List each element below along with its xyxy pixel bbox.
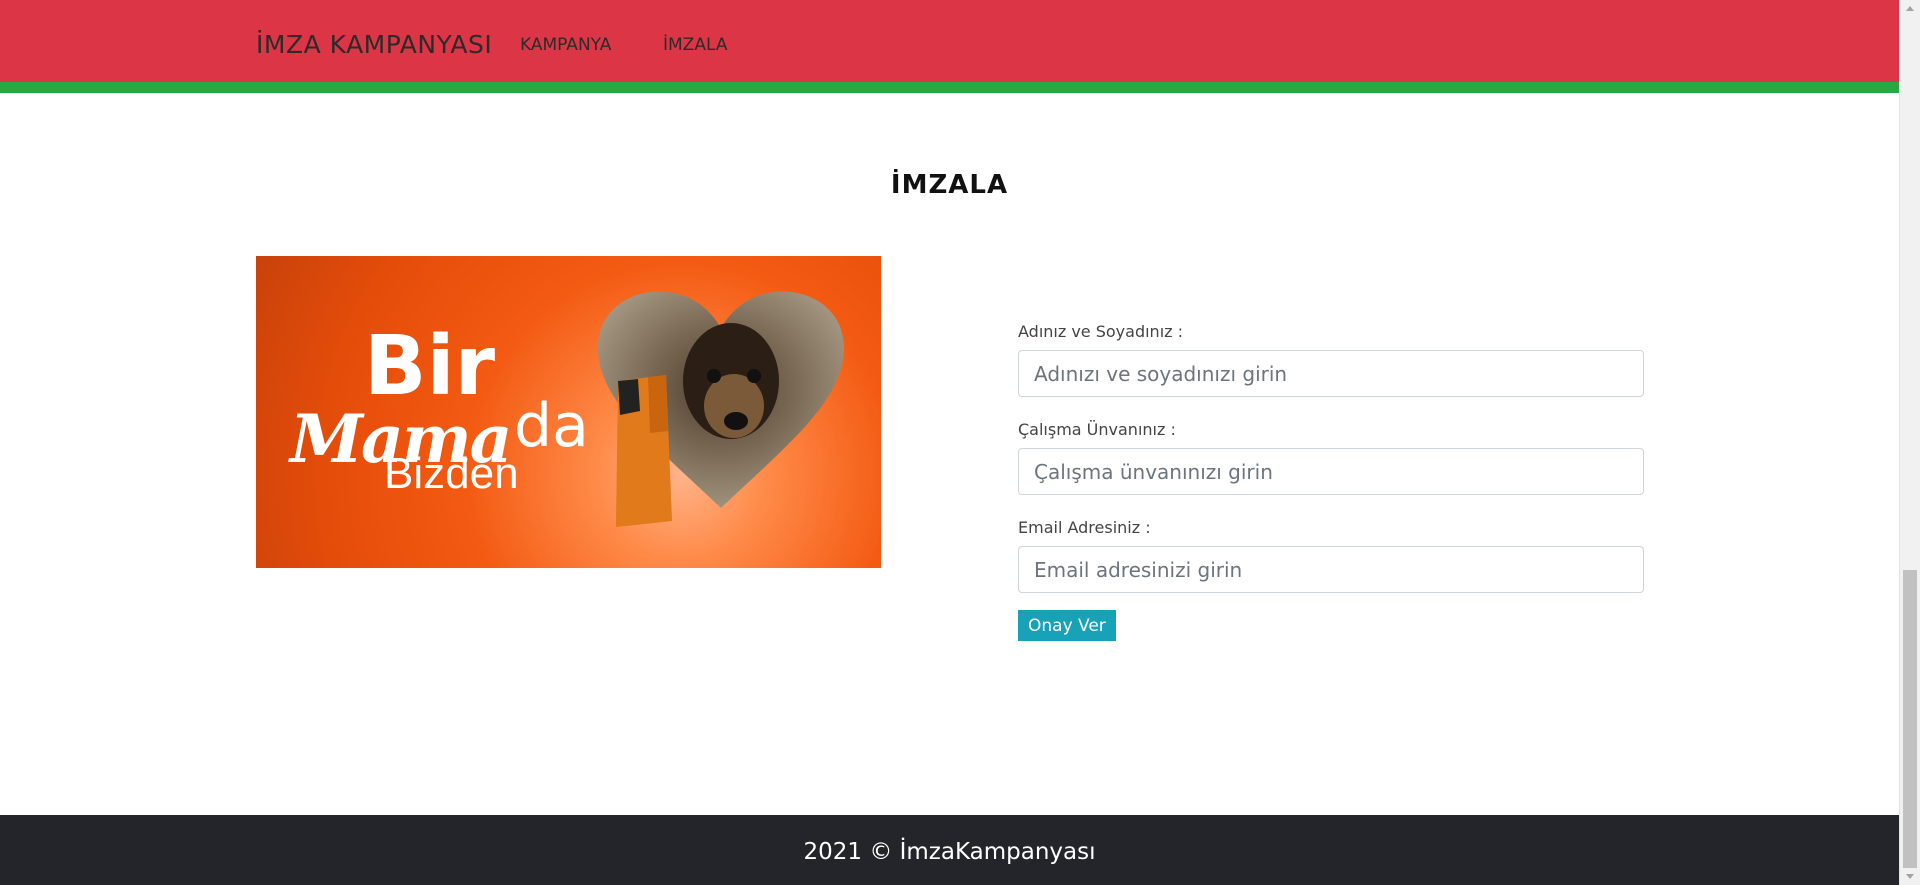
email-label: Email Adresiniz :	[1018, 518, 1151, 537]
footer-copyright: 2021 © İmzaKampanyası	[803, 839, 1096, 865]
footer: 2021 © İmzaKampanyası	[0, 815, 1899, 885]
page: İMZA KAMPANYASI KAMPANYA İMZALA İMZALA B…	[0, 0, 1899, 885]
name-group: Adınız ve Soyadınız :	[1018, 322, 1644, 397]
job-title-input[interactable]	[1018, 448, 1644, 495]
campaign-banner-image: Bir Mama da Bizden	[256, 256, 881, 568]
scroll-down-arrow-icon[interactable]	[1900, 868, 1920, 885]
banner-text-bizden: Bizden	[384, 449, 519, 498]
food-bag-icon	[616, 375, 672, 527]
name-input[interactable]	[1018, 350, 1644, 397]
email-input[interactable]	[1018, 546, 1644, 593]
scrollbar-thumb[interactable]	[1903, 570, 1917, 868]
nav-link-imzala[interactable]: İMZALA	[663, 35, 727, 55]
vertical-scrollbar[interactable]	[1899, 0, 1920, 885]
banner-text-bir: Bir	[364, 319, 496, 414]
submit-button[interactable]: Onay Ver	[1018, 610, 1116, 641]
nav-link-kampanya[interactable]: KAMPANYA	[520, 35, 611, 55]
name-label: Adınız ve Soyadınız :	[1018, 322, 1184, 341]
email-group: Email Adresiniz :	[1018, 518, 1644, 593]
signature-form: Adınız ve Soyadınız : Çalışma Ünvanınız …	[1018, 322, 1644, 641]
scroll-up-arrow-icon[interactable]	[1900, 0, 1920, 17]
navbar: İMZA KAMPANYASI KAMPANYA İMZALA	[0, 0, 1899, 93]
job-title-label: Çalışma Ünvanınız :	[1018, 420, 1176, 439]
brand-link[interactable]: İMZA KAMPANYASI	[256, 30, 492, 59]
job-title-group: Çalışma Ünvanınız :	[1018, 420, 1644, 495]
banner-text-da: da	[514, 391, 589, 461]
section-title: İMZALA	[890, 170, 1009, 200]
